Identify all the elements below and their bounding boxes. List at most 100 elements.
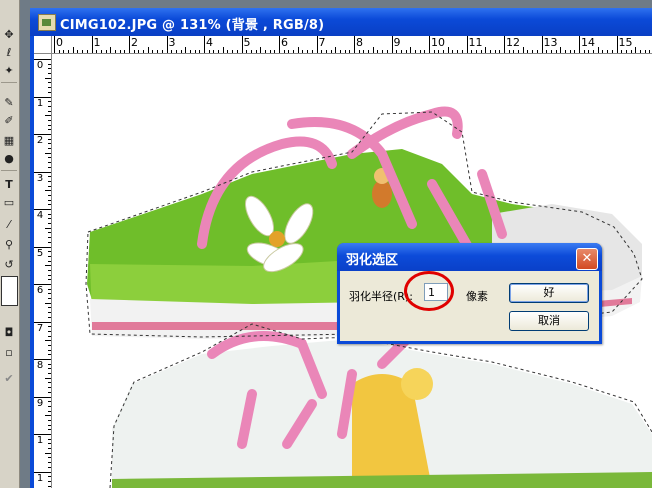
ruler-tick: [335, 47, 337, 53]
ruler-tick: [429, 36, 430, 53]
ruler-tick: [302, 50, 304, 53]
ruler-tick: [485, 47, 487, 53]
ruler-tick: [45, 115, 51, 117]
ruler-tick: [438, 50, 440, 53]
ruler-tick: [466, 36, 468, 53]
ruler-tick: [48, 237, 51, 239]
zoom-icon[interactable]: ⚲: [1, 238, 17, 252]
dialog-titlebar[interactable]: 羽化选区 ✕: [337, 243, 602, 271]
feather-selection-dialog: 羽化选区 ✕ 羽化半径(R): 1 像素 好 取消: [337, 243, 602, 344]
burn-icon[interactable]: ●: [1, 152, 17, 166]
ruler-tick: [48, 218, 51, 220]
ruler-tick: [34, 471, 51, 473]
ruler-tick: [546, 50, 548, 53]
ruler-tick: [48, 405, 51, 407]
ruler-tick: [279, 36, 280, 53]
ruler-tick: [48, 176, 51, 178]
ruler-tick-label: 7: [318, 36, 326, 49]
screen-mode-icon[interactable]: ▫: [1, 346, 17, 360]
ruler-tick: [143, 50, 145, 53]
ruler-tick: [414, 50, 416, 53]
ruler-tick: [45, 377, 51, 379]
ruler-tick: [48, 354, 51, 356]
ruler-tick: [34, 209, 51, 210]
cancel-button[interactable]: 取消: [509, 311, 589, 331]
ruler-tick: [77, 50, 79, 53]
ruler-tick: [34, 134, 51, 135]
ruler-tick: [363, 50, 365, 53]
ruler-tick: [82, 50, 84, 53]
history-brush-icon[interactable]: ✐: [1, 114, 17, 128]
ruler-tick: [307, 50, 309, 53]
ruler-tick: [48, 68, 51, 70]
ruler-tick: [34, 359, 51, 360]
ruler-tick: [48, 298, 51, 300]
type-icon[interactable]: T: [1, 178, 17, 192]
ruler-tick: [96, 50, 98, 53]
ruler-tick: [518, 50, 520, 53]
ruler-tick: [34, 434, 51, 435]
color-swatch[interactable]: [1, 276, 18, 306]
ruler-tick: [410, 47, 412, 53]
ruler-tick: [45, 265, 51, 267]
ruler-tick-label: 0: [36, 60, 44, 71]
dialog-title: 羽化选区: [346, 253, 399, 268]
ok-button[interactable]: 好: [509, 283, 589, 303]
magic-wand-icon[interactable]: ✦: [1, 64, 17, 78]
swap-colors-icon[interactable]: ↺: [1, 258, 17, 272]
window-titlebar[interactable]: CIMG102.JPG @ 131% (背景 , RGB/8): [30, 8, 652, 36]
ruler-tick: [48, 143, 51, 145]
ruler-tick-label: 2: [36, 135, 44, 146]
ruler-tick: [283, 50, 285, 53]
ruler-tick: [368, 50, 370, 53]
ruler-tick: [489, 50, 491, 53]
ruler-tick: [452, 50, 454, 53]
move-icon[interactable]: ✥: [1, 28, 17, 42]
dialog-body: 羽化半径(R): 1 像素 好 取消: [340, 271, 599, 341]
ruler-tick: [48, 157, 51, 159]
ruler-tick: [48, 162, 51, 164]
eyedropper-icon[interactable]: ⁄: [1, 218, 17, 232]
gradient-icon[interactable]: ▦: [1, 134, 17, 148]
close-icon[interactable]: ✕: [576, 248, 598, 270]
ruler-tick-label: 8: [356, 36, 363, 49]
ruler-tick: [194, 50, 196, 53]
feather-radius-input[interactable]: 1: [424, 283, 448, 301]
ruler-tick: [522, 47, 524, 53]
quick-mask-icon[interactable]: ◘: [1, 326, 17, 340]
ruler-tick: [358, 50, 360, 53]
ruler-tick: [536, 50, 538, 53]
ruler-tick: [48, 110, 51, 112]
ruler-tick: [321, 50, 323, 53]
ruler-tick: [180, 50, 182, 53]
ruler-tick: [72, 47, 74, 53]
brush-icon[interactable]: ✎: [1, 96, 17, 110]
ruler-tick-label: 6: [281, 36, 288, 49]
ruler-tick: [635, 47, 637, 53]
lasso-icon[interactable]: ℓ: [1, 46, 17, 60]
ruler-tick: [471, 50, 473, 53]
ruler-tick-label: 8: [36, 360, 44, 371]
ruler-tick: [171, 50, 173, 53]
ruler-tick: [48, 419, 51, 421]
ruler-tick: [58, 50, 60, 53]
ruler-tick: [147, 47, 149, 53]
jump-icon[interactable]: ✔: [1, 372, 17, 386]
ruler-tick: [433, 50, 435, 53]
horizontal-ruler[interactable]: 0 1 2 3 4 5 6 7 8 9 10 11 12 13 14 15: [34, 36, 652, 54]
ruler-tick: [34, 284, 51, 285]
ruler-tick: [354, 36, 355, 53]
ruler-tick-label: 12: [506, 36, 520, 49]
ruler-tick: [213, 50, 215, 53]
ruler-tick: [166, 36, 168, 53]
vertical-ruler[interactable]: 0 1 2 3 4 5 6 7 8 9 1 1: [34, 53, 52, 488]
ruler-tick: [48, 466, 51, 468]
shape-icon[interactable]: ▭: [1, 196, 17, 210]
ruler-origin[interactable]: [34, 36, 52, 54]
ruler-tick: [48, 119, 51, 121]
ruler-tick: [527, 50, 529, 53]
ruler-tick: [189, 50, 191, 53]
ruler-tick: [34, 96, 51, 98]
ruler-tick: [579, 36, 580, 53]
ruler-tick-label: 9: [36, 397, 44, 409]
